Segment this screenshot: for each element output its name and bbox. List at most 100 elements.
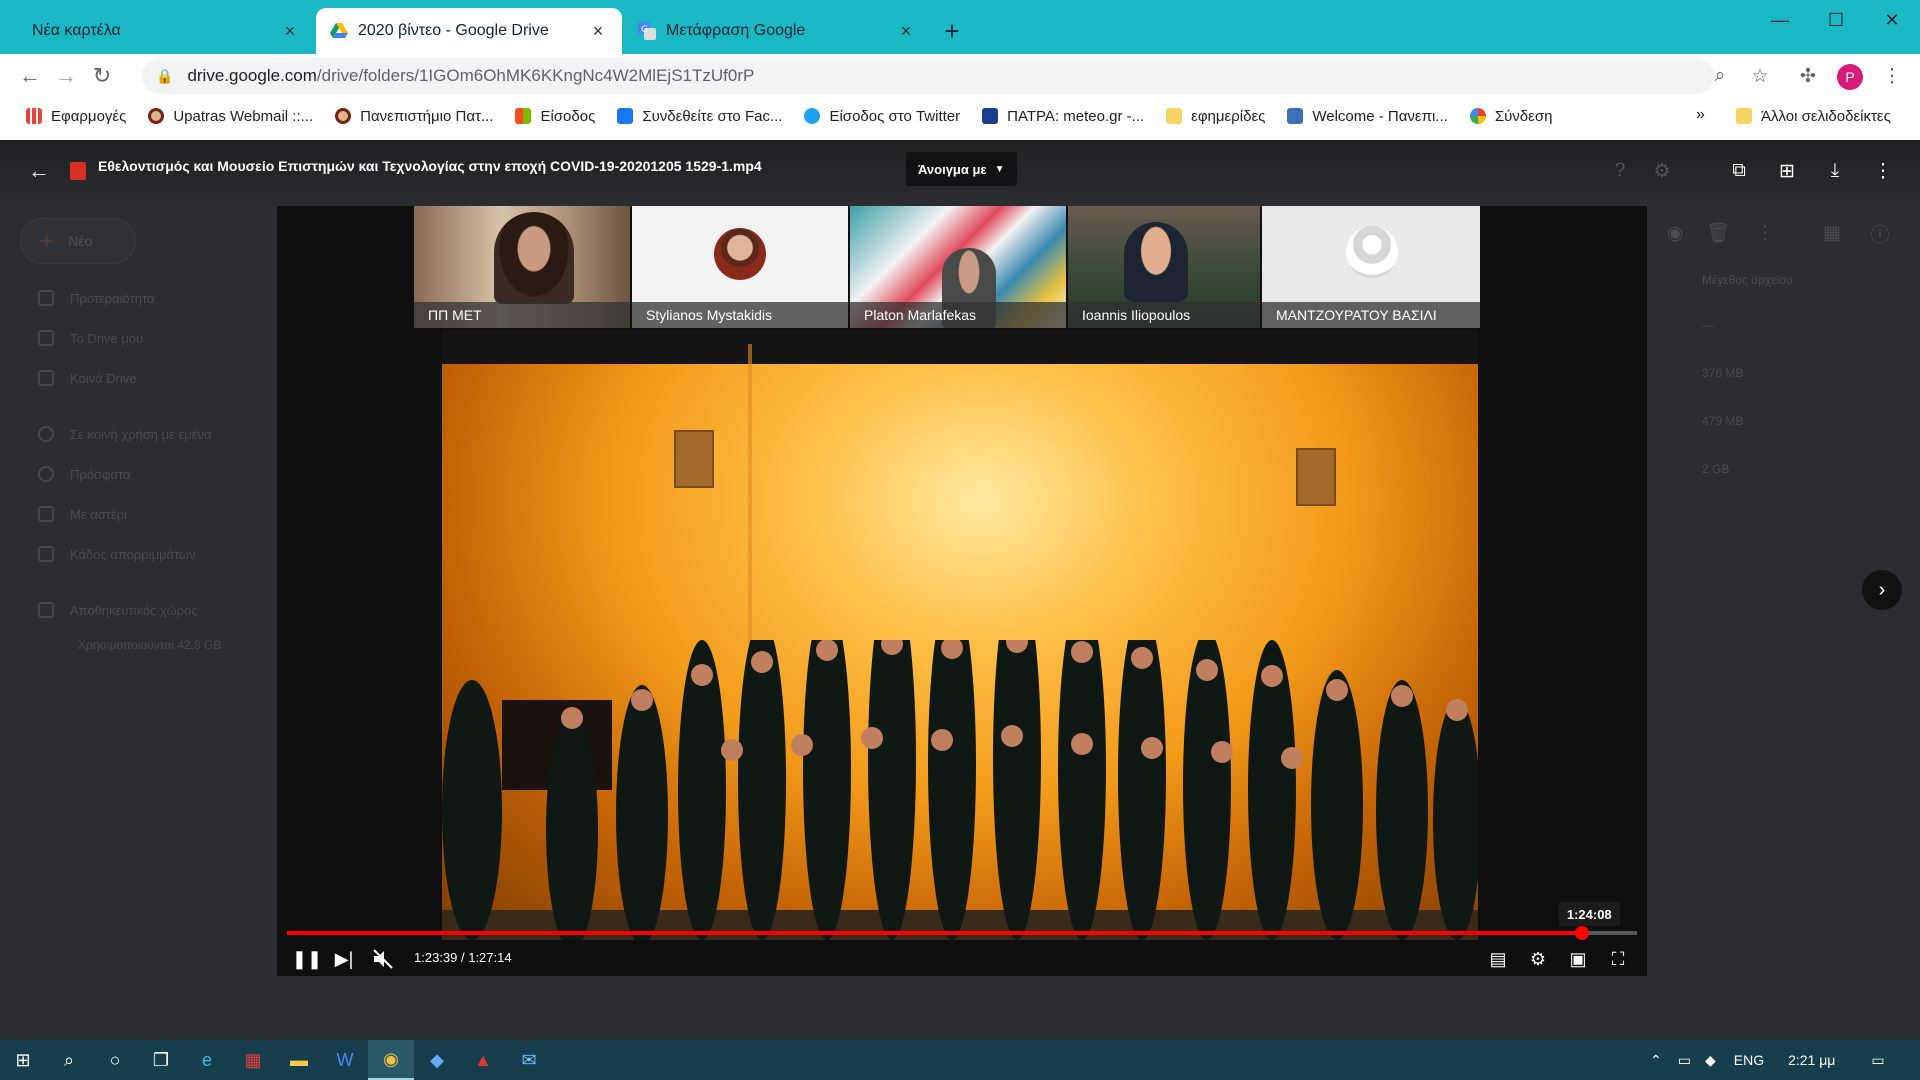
calculator-app-icon[interactable]: ▦ [230, 1040, 276, 1080]
seek-handle[interactable] [1574, 926, 1589, 940]
battery-icon[interactable]: ▭ [1678, 1052, 1691, 1069]
pause-icon[interactable]: ❚❚ [292, 944, 322, 974]
preview-eye-icon[interactable]: ◉ [1660, 218, 1690, 248]
word-icon[interactable]: W [322, 1040, 368, 1080]
close-window-icon[interactable]: ✕ [1864, 0, 1920, 40]
sidebar-item-storage[interactable]: Αποθηκευτικός χώρος [38, 602, 198, 618]
participant-tile: ΜΑΝΤΖΟΥΡΑΤΟΥ ΒΑΣΙΛΙ [1262, 206, 1480, 328]
video-player[interactable]: ΠΠ ΜΕΤ Stylianos Mystakidis Platon Marla… [277, 206, 1647, 976]
next-file-arrow-icon[interactable]: › [1862, 570, 1902, 610]
open-with-button[interactable]: Άνοιγμα με ▼ [906, 152, 1017, 186]
windows-start-icon[interactable]: ⊞ [0, 1040, 46, 1080]
participant-tile: Platon Marlafekas [850, 206, 1066, 328]
more-options-icon[interactable]: ⋮ [1750, 218, 1780, 248]
address-bar[interactable]: 🔒 drive.google.com/drive/folders/1IGOm6O… [142, 58, 1714, 94]
download-icon[interactable]: ⤓ [1820, 156, 1850, 186]
clock[interactable]: 2:21 μμ [1788, 1052, 1835, 1068]
bookmark-item[interactable]: Είσοδος [515, 108, 595, 125]
grid-view-icon[interactable]: ▦ [1817, 218, 1847, 248]
zoom-icon[interactable]: ⌕ [1706, 62, 1734, 90]
new-tab-button[interactable]: + [932, 11, 972, 51]
seek-bar[interactable] [287, 926, 1637, 940]
bookmark-item[interactable]: Welcome - Πανεπι... [1287, 107, 1448, 125]
add-comment-icon[interactable]: ⊞ [1772, 156, 1802, 186]
trash-icon[interactable]: 🗑 [1703, 218, 1733, 248]
file-title: Εθελοντισμός και Μουσείο Επιστημών και Τ… [98, 158, 762, 174]
close-icon[interactable]: × [588, 21, 608, 42]
bookmark-item[interactable]: εφημερίδες [1166, 108, 1265, 125]
more-actions-icon[interactable]: ⋮ [1868, 156, 1898, 186]
file-explorer-icon[interactable]: ▬ [276, 1040, 322, 1080]
cortana-icon[interactable]: ○ [92, 1040, 138, 1080]
bookmark-item[interactable]: Εφαρμογές [26, 108, 126, 125]
tab-google-drive[interactable]: 2020 βίντεο - Google Drive × [316, 8, 622, 54]
info-icon[interactable]: ⓘ [1865, 218, 1895, 248]
bookmark-label: Συνδεθείτε στο Fac... [642, 107, 783, 125]
sidebar-item-my-drive[interactable]: Το Drive μου [38, 330, 143, 346]
open-with-label: Άνοιγμα με [918, 161, 987, 177]
task-view-icon[interactable]: ❐ [138, 1040, 184, 1080]
sidebar-item-label: Πρόσφατα [70, 466, 131, 482]
wall-speaker [674, 430, 714, 488]
help-icon[interactable]: ? [1605, 156, 1635, 186]
participant-tile: Stylianos Mystakidis [632, 206, 848, 328]
twitter-icon [804, 108, 821, 124]
back-arrow-icon[interactable]: ← [28, 158, 50, 184]
sidebar-item-shared-drives[interactable]: Κοινά Drive [38, 370, 137, 386]
bookmark-item[interactable]: Πανεπιστήμιο Πατ... [335, 108, 493, 125]
forward-arrow-icon[interactable]: → [48, 58, 84, 94]
sidebar-item-recent[interactable]: Πρόσφατα [38, 466, 130, 482]
sidebar-item-shared-with-me[interactable]: Σε κοινή χρήση με εμένα [38, 426, 212, 442]
lock-icon: 🔒 [156, 67, 174, 84]
close-icon[interactable]: × [896, 21, 916, 42]
bookmark-item[interactable]: Σύνδεση [1469, 108, 1552, 125]
default-avatar-icon [1346, 226, 1398, 278]
tab-strip: Νέα καρτέλα × 2020 βίντεο - Google Drive… [0, 0, 1920, 54]
search-icon[interactable]: ⌕ [46, 1040, 92, 1080]
tab-new-tab[interactable]: Νέα καρτέλα × [8, 8, 314, 54]
settings-icon[interactable]: ⚙ [1647, 156, 1677, 186]
bookmark-item[interactable]: Είσοδος στο Twitter [804, 108, 960, 125]
video-file-icon [70, 162, 86, 180]
notifications-icon[interactable]: ▭ [1871, 1052, 1884, 1069]
close-icon[interactable]: × [280, 21, 300, 42]
dropbox-tray-icon[interactable]: ◆ [1705, 1052, 1716, 1069]
profile-avatar[interactable]: P [1837, 64, 1863, 90]
other-bookmarks[interactable]: Άλλοι σελιδοδείκτες [1736, 98, 1891, 134]
tray-overflow-icon[interactable]: ⌃ [1650, 1052, 1662, 1069]
bookmarks-overflow-button[interactable]: » [1696, 106, 1705, 124]
settings-icon[interactable]: ⚙ [1523, 944, 1553, 974]
add-to-drive-icon[interactable]: ⧉ [1724, 156, 1754, 186]
bookmark-item[interactable]: ΠΑΤΡΑ: meteo.gr -... [982, 108, 1144, 125]
reload-icon[interactable]: ↻ [84, 58, 120, 94]
sidebar-item-label: Κάδος απορριμμάτων [70, 546, 196, 562]
acrobat-icon[interactable]: ▲ [460, 1040, 506, 1080]
chrome-menu-icon[interactable]: ⋮ [1878, 62, 1906, 90]
edge-browser-icon[interactable]: e [184, 1040, 230, 1080]
bookmark-label: Welcome - Πανεπι... [1312, 107, 1448, 125]
fullscreen-icon[interactable]: ⛶ [1603, 944, 1633, 974]
extensions-icon[interactable]: ✣ [1794, 62, 1822, 90]
column-header-file-size[interactable]: Μέγεθος αρχείου [1702, 273, 1882, 287]
tab-google-translate[interactable]: G Μετάφραση Google × [624, 8, 930, 54]
mute-icon[interactable] [368, 944, 398, 974]
maximize-icon[interactable]: ☐ [1808, 0, 1864, 40]
bookmark-item[interactable]: Συνδεθείτε στο Fac... [617, 108, 782, 125]
new-button[interactable]: + Νέο [20, 218, 136, 264]
back-arrow-icon[interactable]: ← [12, 58, 48, 94]
subtitles-icon[interactable]: ▤ [1483, 944, 1513, 974]
minimize-icon[interactable]: — [1752, 0, 1808, 40]
sidebar-item-trash[interactable]: Κάδος απορριμμάτων [38, 546, 196, 562]
chrome-taskbar-icon[interactable]: ◉ [368, 1040, 414, 1080]
wall-speaker [1296, 448, 1336, 506]
next-icon[interactable]: ▶| [329, 944, 359, 974]
miniplayer-icon[interactable]: ▣ [1563, 944, 1593, 974]
sidebar-item-starred[interactable]: Με αστέρι [38, 506, 127, 522]
dropbox-icon[interactable]: ◆ [414, 1040, 460, 1080]
bookmark-star-icon[interactable]: ☆ [1746, 62, 1774, 90]
language-indicator[interactable]: ENG [1734, 1052, 1764, 1068]
upatras-seal-icon [148, 108, 165, 124]
mail-icon[interactable]: ✉ [506, 1040, 552, 1080]
bookmark-item[interactable]: Upatras Webmail ::... [148, 108, 313, 125]
sidebar-item-priority[interactable]: Προτεραιότητα [38, 290, 154, 306]
